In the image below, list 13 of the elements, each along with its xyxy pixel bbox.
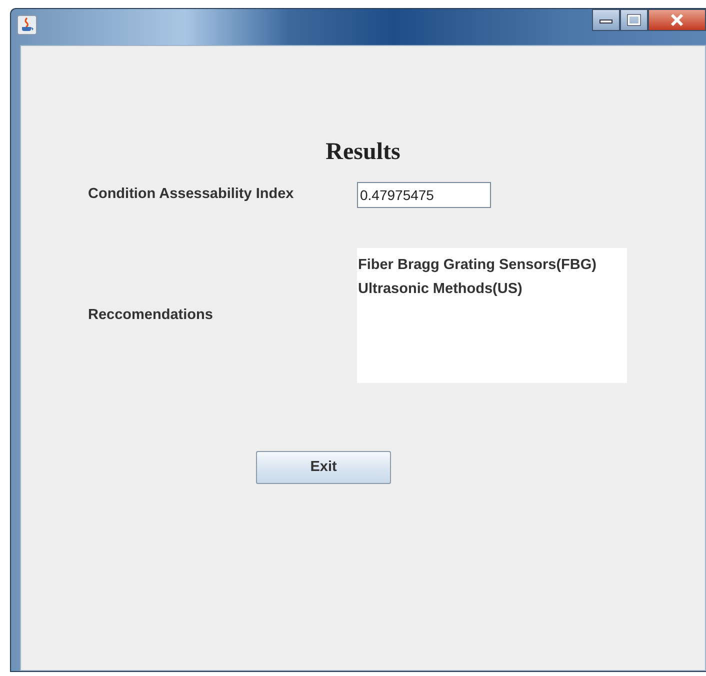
- close-button[interactable]: [648, 9, 706, 31]
- list-label: Reccomendations: [88, 306, 214, 325]
- maximize-icon: [627, 14, 641, 26]
- exit-button[interactable]: Exit: [256, 451, 391, 484]
- field-label: Condition Assessability Index: [88, 185, 295, 204]
- maximize-button[interactable]: [620, 9, 648, 31]
- results-heading: Results: [324, 138, 402, 167]
- close-icon: [669, 13, 685, 27]
- index-field[interactable]: 0.47975475: [357, 182, 491, 208]
- java-cup-icon: [17, 15, 37, 35]
- list-item[interactable]: Fiber Bragg Grating Sensors(FBG): [358, 253, 596, 277]
- minimize-button[interactable]: [592, 9, 620, 31]
- list-item[interactable]: Ultrasonic Methods(US): [358, 277, 522, 301]
